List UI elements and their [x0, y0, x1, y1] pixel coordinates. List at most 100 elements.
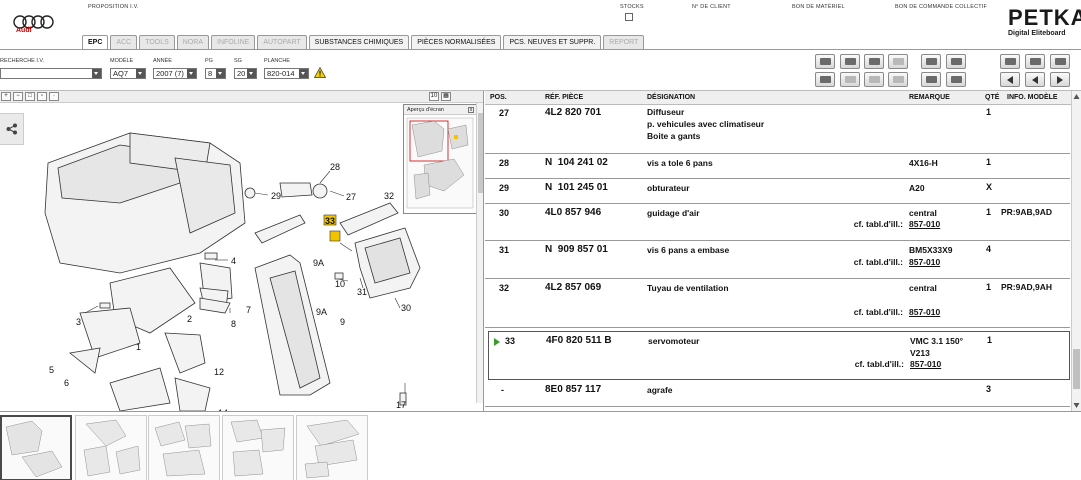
- tab-report[interactable]: REPORT: [603, 35, 645, 49]
- row-illustration-link[interactable]: 857-010: [909, 219, 940, 229]
- row-pos: 33: [505, 336, 516, 346]
- key-button[interactable]: [840, 72, 860, 87]
- plate-thumbnail[interactable]: [296, 415, 368, 480]
- tab-chemical-substances[interactable]: SUBSTANCES CHIMIQUES: [308, 35, 410, 49]
- table-row[interactable]: 29 N 101 245 01 obturateur A20 X: [485, 179, 1070, 204]
- callout-5[interactable]: 5: [49, 365, 54, 375]
- tab-autopart[interactable]: AUTOPART: [257, 35, 307, 49]
- zoom-fit-button[interactable]: □: [25, 92, 35, 101]
- service-button[interactable]: [840, 54, 860, 69]
- tab-tools[interactable]: TOOLS: [139, 35, 175, 49]
- col-ref[interactable]: RÉF. PIÈCE: [545, 94, 583, 101]
- tab-acc[interactable]: ACC: [110, 35, 138, 49]
- tab-infoline[interactable]: INFOLINE: [211, 35, 256, 49]
- col-qty[interactable]: QTÉ: [985, 94, 999, 101]
- single-view-button[interactable]: 10: [429, 92, 439, 101]
- callout-17[interactable]: 17: [396, 400, 406, 410]
- row-illustration-link[interactable]: 857-010: [909, 307, 940, 317]
- plate-thumbnail[interactable]: [0, 415, 72, 480]
- pin-button[interactable]: [1000, 54, 1020, 69]
- first-button[interactable]: [1000, 72, 1020, 87]
- row-qty: 1: [986, 282, 992, 292]
- pg-select[interactable]: 8: [205, 68, 226, 79]
- callout-33-highlight[interactable]: 33: [325, 216, 335, 226]
- tools-button[interactable]: [888, 72, 908, 87]
- callout-6[interactable]: 6: [64, 378, 69, 388]
- scroll-up-icon[interactable]: [1073, 93, 1080, 100]
- callout-32[interactable]: 32: [384, 191, 394, 201]
- callout-10[interactable]: 10: [335, 279, 345, 289]
- stocks-checkbox[interactable]: [625, 13, 633, 21]
- zoom-out-button[interactable]: −: [13, 92, 23, 101]
- close-icon[interactable]: x: [468, 107, 474, 113]
- col-model-info[interactable]: INFO. MODÈLE: [1007, 94, 1058, 101]
- callout-9[interactable]: 9: [340, 317, 345, 327]
- cart-button[interactable]: [946, 54, 966, 69]
- table-row[interactable]: 30 4L0 857 946 guidage d'air central cf.…: [485, 204, 1070, 241]
- callout-29[interactable]: 29: [271, 191, 281, 201]
- callout-7[interactable]: 7: [246, 305, 251, 315]
- cart-add-button[interactable]: [946, 72, 966, 87]
- share-button[interactable]: [0, 113, 24, 145]
- tab-new-removed-parts[interactable]: PCS. NEUVES ET SUPPR.: [503, 35, 602, 49]
- callout-28[interactable]: 28: [330, 162, 340, 172]
- callout-8[interactable]: 8: [231, 319, 236, 329]
- plate-thumbnail[interactable]: [222, 415, 294, 480]
- callout-30[interactable]: 30: [401, 303, 411, 313]
- plate-thumbnail[interactable]: [148, 415, 220, 480]
- keyboard-button[interactable]: [815, 72, 835, 87]
- list-button[interactable]: [921, 72, 941, 87]
- table-row[interactable]: - 8E0 857 117 agrafe 3: [485, 382, 1070, 407]
- next-button[interactable]: [1050, 72, 1070, 87]
- screen-preview-window[interactable]: Aperçu d'écran x: [403, 104, 477, 214]
- model-select[interactable]: AQ7: [110, 68, 146, 79]
- print-button[interactable]: [815, 54, 835, 69]
- zoom-reset-button[interactable]: ·: [49, 92, 59, 101]
- table-row[interactable]: 28 N 104 241 02 vis a tole 6 pans 4X16-H…: [485, 154, 1070, 179]
- row-illustration-link[interactable]: 857-010: [910, 359, 941, 369]
- callout-12[interactable]: 12: [214, 367, 224, 377]
- callout-4[interactable]: 4: [231, 256, 236, 266]
- callout-9a-lower[interactable]: 9A: [316, 307, 327, 317]
- document-button[interactable]: [921, 54, 941, 69]
- diagram-scrollbar[interactable]: [476, 103, 483, 403]
- vehicle-button[interactable]: [864, 54, 884, 69]
- scrollbar-thumb[interactable]: [478, 113, 483, 193]
- info-button[interactable]: [888, 54, 908, 69]
- callout-2[interactable]: 2: [187, 314, 192, 324]
- preview-thumbnail[interactable]: [404, 115, 476, 213]
- row-illustration-link[interactable]: 857-010: [909, 257, 940, 267]
- table-row[interactable]: 31 N 909 857 01 vis 6 pans a embase BM5X…: [485, 241, 1070, 279]
- search-iv-select[interactable]: [0, 68, 102, 79]
- table-row[interactable]: 32 4L2 857 069 Tuyau de ventilation cent…: [485, 279, 1070, 328]
- tab-nora[interactable]: NORA: [176, 35, 210, 49]
- col-remark[interactable]: REMARQUE: [909, 94, 950, 101]
- tab-epc[interactable]: EPC: [82, 35, 109, 50]
- scroll-down-icon[interactable]: [1073, 402, 1080, 409]
- table-row[interactable]: 27 4L2 820 701 Diffuseur p. vehicules av…: [485, 105, 1070, 154]
- parts-button[interactable]: [864, 72, 884, 87]
- scrollbar-thumb[interactable]: [1073, 349, 1080, 389]
- zoom-area-button[interactable]: ▫: [37, 92, 47, 101]
- nav-back-page-button[interactable]: [1025, 54, 1045, 69]
- sg-select[interactable]: 20: [234, 68, 257, 79]
- warning-icon[interactable]: [314, 67, 326, 78]
- table-scrollbar[interactable]: [1071, 91, 1081, 411]
- col-pos[interactable]: POS.: [490, 94, 507, 101]
- callout-1[interactable]: 1: [136, 342, 141, 352]
- plate-select[interactable]: 820-014: [264, 68, 309, 79]
- pin-icon: [1004, 58, 1016, 65]
- callout-9a[interactable]: 9A: [313, 258, 324, 268]
- callout-27[interactable]: 27: [346, 192, 356, 202]
- plate-thumbnail[interactable]: [75, 415, 147, 480]
- zoom-in-button[interactable]: +: [1, 92, 11, 101]
- callout-31[interactable]: 31: [357, 287, 367, 297]
- table-row-selected[interactable]: 33 4F0 820 511 B servomoteur VMC 3.1 150…: [488, 331, 1070, 380]
- col-designation[interactable]: DÉSIGNATION: [647, 94, 695, 101]
- tab-standard-parts[interactable]: PIÈCES NORMALISÉES: [411, 35, 502, 49]
- previous-button[interactable]: [1025, 72, 1045, 87]
- year-select[interactable]: 2007 (7): [153, 68, 197, 79]
- grid-view-button[interactable]: ▦: [441, 92, 451, 101]
- callout-3[interactable]: 3: [76, 317, 81, 327]
- nav-forward-page-button[interactable]: [1050, 54, 1070, 69]
